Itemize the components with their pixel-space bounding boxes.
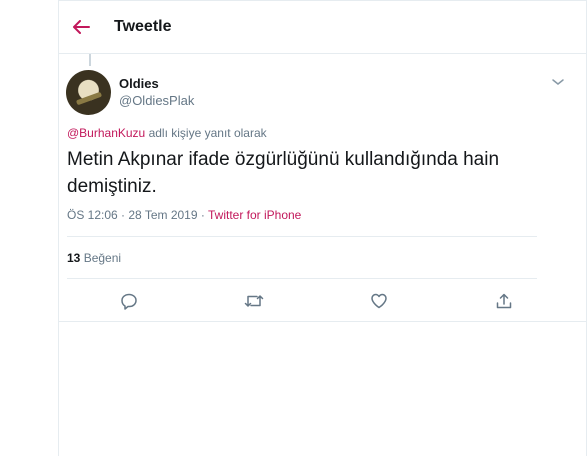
like-count: 13 [67,251,81,265]
reply-mention-link[interactable]: @BurhanKuzu [67,126,145,140]
divider [67,278,537,279]
page-title: Tweetle [114,18,172,35]
like-button[interactable] [368,290,390,312]
back-button[interactable] [70,16,92,38]
more-options-button[interactable] [551,74,565,85]
like-label: Beğeni [80,251,122,265]
avatar[interactable] [66,70,111,115]
chevron-down-icon [552,79,564,85]
like-count-link[interactable]: 13 Beğeni [67,251,121,265]
thread-connector [89,54,91,66]
retweet-icon [244,295,264,307]
reply-context: @BurhanKuzu adlı kişiye yanıt olarak [67,126,267,140]
main-column [58,0,587,456]
share-icon [496,293,512,309]
author-name[interactable]: Oldies [119,76,159,91]
arrow-left-icon [73,20,90,34]
tweet-text: Metin Akpınar ifade özgürlüğünü kullandı… [67,149,500,197]
reply-button[interactable] [118,290,140,312]
page-header: Tweetle [58,0,587,54]
share-button[interactable] [493,290,515,312]
source-link[interactable]: Twitter for iPhone [208,208,301,222]
reply-context-text: adlı kişiye yanıt olarak [145,126,267,140]
divider [67,236,537,237]
reply-icon [121,293,137,310]
timestamp[interactable]: ÖS 12:06 · 28 Tem 2019 · [67,208,208,222]
divider [58,321,587,322]
retweet-button[interactable] [243,290,265,312]
tweet-meta: ÖS 12:06 · 28 Tem 2019 · Twitter for iPh… [67,208,301,222]
heart-icon [371,293,387,309]
author-handle[interactable]: @OldiesPlak [119,93,194,108]
